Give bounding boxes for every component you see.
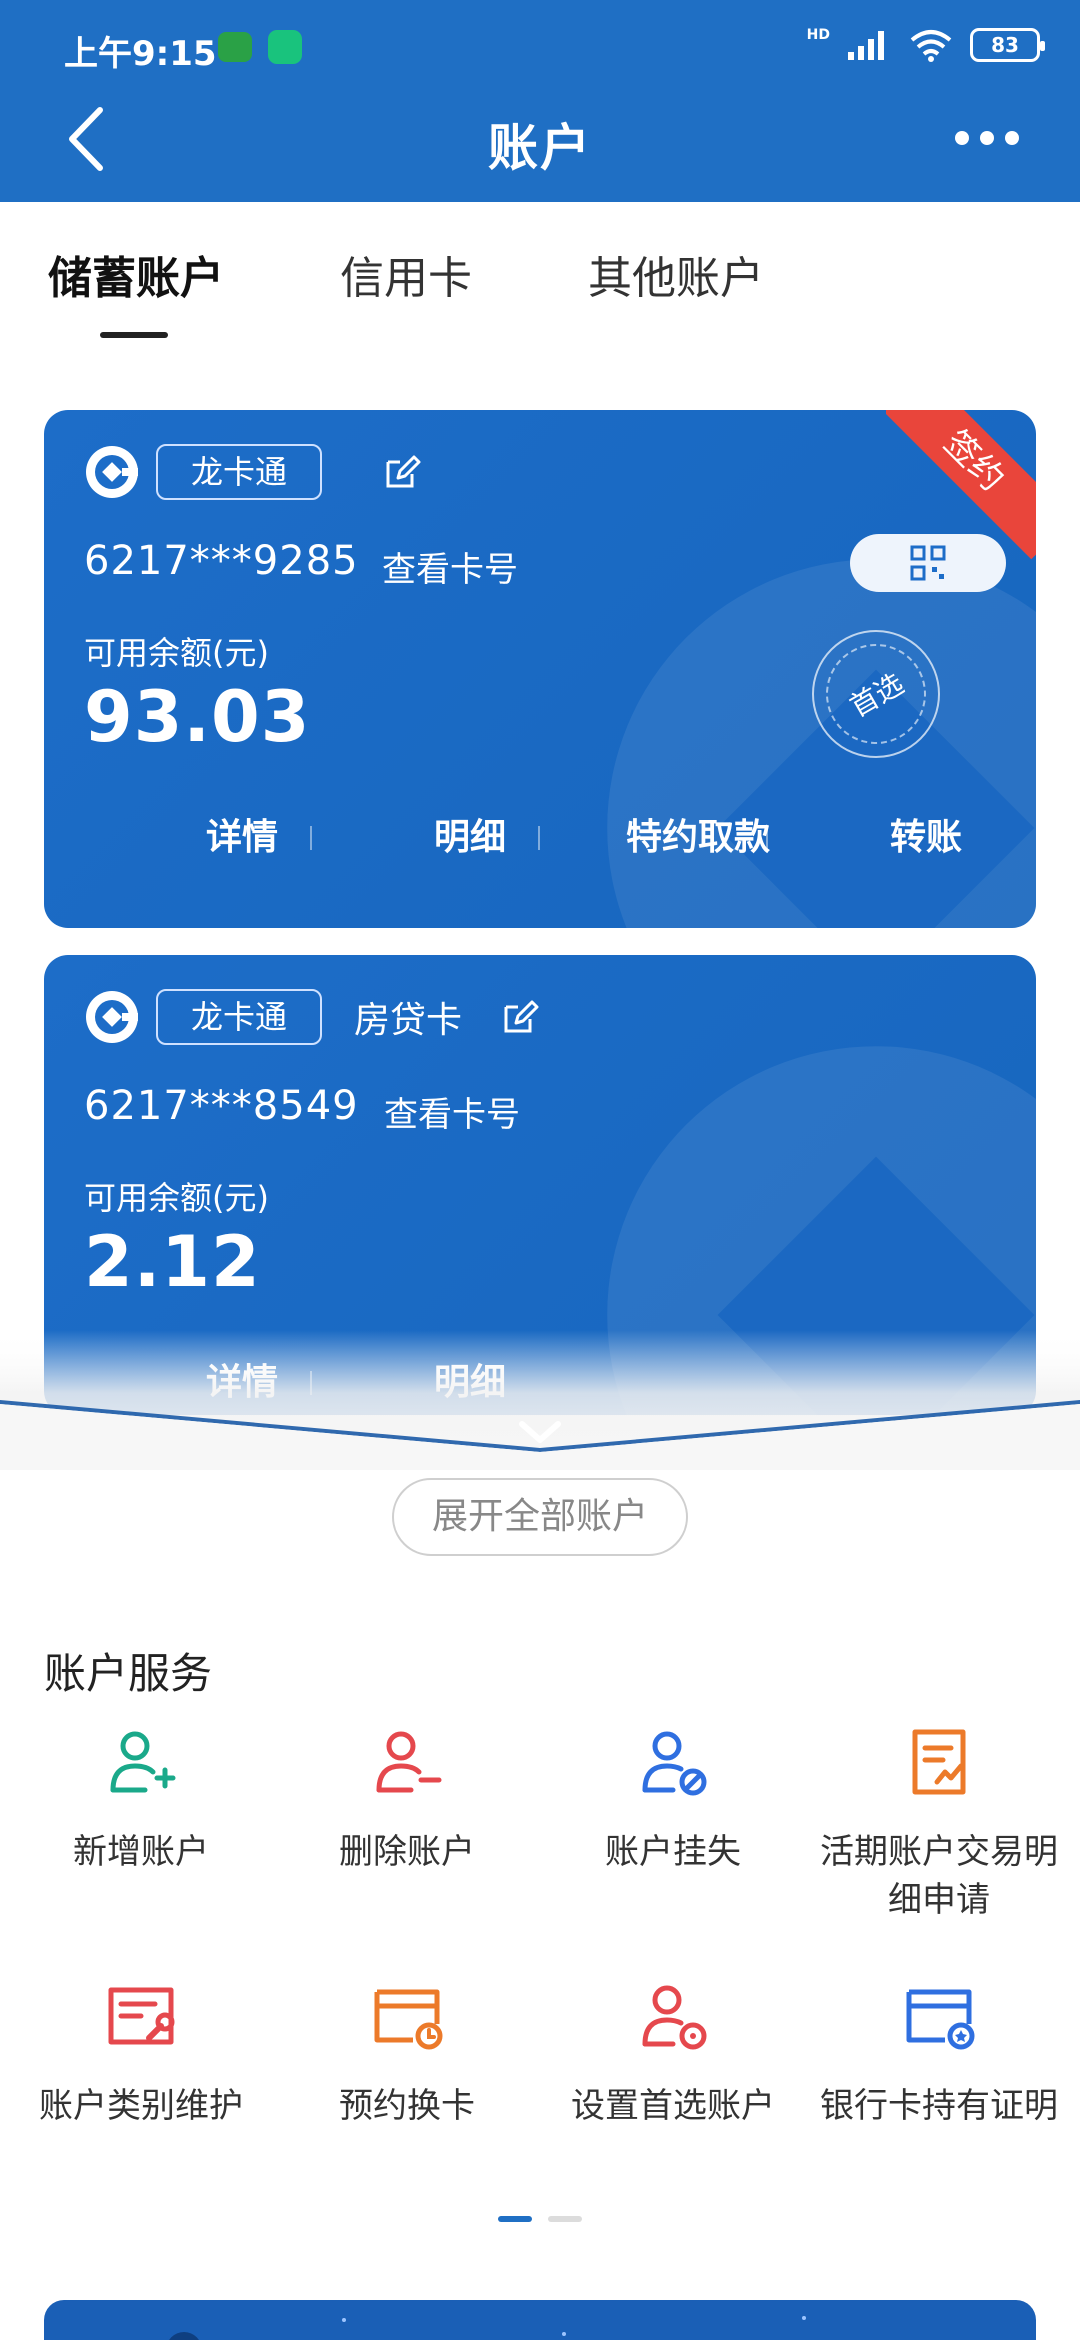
service-label: 删除账户 <box>339 1832 475 1872</box>
service-card-holding-certificate[interactable]: 银行卡持有证明 <box>804 1980 1074 2130</box>
status-time: 上午9:15 <box>64 34 217 74</box>
service-label: 预约换卡 <box>339 2086 475 2126</box>
service-label: 新增账户 <box>73 1832 209 1872</box>
battery-icon: 83 <box>970 28 1045 62</box>
transactions-button[interactable]: 明细 <box>356 808 584 868</box>
network-type: HD <box>806 27 830 43</box>
service-report-loss[interactable]: 账户挂失 <box>538 1726 808 1876</box>
tab-credit-card[interactable]: 信用卡 <box>340 242 472 306</box>
ccb-watermark-icon <box>607 559 1036 928</box>
status-indicators: HD 83 <box>806 27 1045 62</box>
balance-label: 可用余额(元) <box>84 634 269 672</box>
edit-icon[interactable] <box>382 452 422 492</box>
service-add-account[interactable]: 新增账户 <box>6 1726 276 1876</box>
service-label: 活期账户交易明细申请 <box>820 1832 1058 1920</box>
special-withdrawal-button[interactable]: 特约取款 <box>584 808 812 868</box>
wechat-notification-icon <box>218 32 252 62</box>
view-card-number-link[interactable]: 查看卡号 <box>384 1087 520 1136</box>
card-type-label: 房贷卡 <box>354 1000 463 1041</box>
divider <box>766 826 768 850</box>
service-label: 银行卡持有证明 <box>820 2086 1058 2126</box>
user-add-icon <box>110 1731 176 1793</box>
security-app-icon <box>268 30 302 64</box>
details-button[interactable]: 详情 <box>128 808 356 868</box>
service-transaction-statement[interactable]: 活期账户交易明细申请 <box>804 1726 1074 1924</box>
card-brand-tag: 龙卡通 <box>156 989 322 1045</box>
service-label: 设置首选账户 <box>571 2086 775 2126</box>
card-brand-tag: 龙卡通 <box>156 444 322 500</box>
more-options-icon[interactable] <box>952 128 1022 148</box>
page-title: 账户 <box>488 119 592 177</box>
service-set-preferred-account[interactable]: 设置首选账户 <box>538 1980 808 2130</box>
card-number: 6217***9285 <box>84 538 359 584</box>
divider <box>538 826 540 850</box>
user-settings-icon <box>642 1985 707 2050</box>
divider <box>310 826 312 850</box>
document-chart-icon <box>912 1729 966 1795</box>
user-remove-icon <box>376 1731 442 1793</box>
app-header: 上午9:15 HD 83 账户 <box>0 0 1080 202</box>
preferred-stamp: 首选 <box>807 625 945 763</box>
edit-icon[interactable] <box>500 997 540 1037</box>
signal-icon <box>848 31 884 60</box>
tab-savings[interactable]: 储蓄账户 <box>48 242 224 306</box>
ccb-logo-icon <box>86 446 138 498</box>
balance-label: 可用余额(元) <box>84 1179 269 1217</box>
qr-code-icon <box>910 545 946 581</box>
document-wrench-icon <box>108 1987 175 2045</box>
user-block-icon <box>642 1731 707 1796</box>
service-card-replacement[interactable]: 预约换卡 <box>272 1980 542 2130</box>
card-number: 6217***8549 <box>84 1083 359 1129</box>
expand-all-accounts-button[interactable]: 展开全部账户 <box>392 1478 688 1556</box>
pager-dot-active <box>498 2216 532 2222</box>
card-fold-overlay <box>0 1330 1080 1470</box>
account-card[interactable]: 龙卡通 签约 6217***9285 查看卡号 首选 可用余额(元) 93.03… <box>44 410 1036 928</box>
card-clock-icon <box>374 1989 443 2050</box>
active-tab-indicator <box>100 332 168 338</box>
card-actions: 详情 明细 特约取款 转账 <box>44 808 1036 868</box>
promo-banner[interactable] <box>44 2300 1036 2340</box>
service-account-category[interactable]: 账户类别维护 <box>6 1980 276 2130</box>
balance-amount: 2.12 <box>84 1221 261 1303</box>
status-bar: 上午9:15 HD 83 <box>0 0 1080 96</box>
wifi-icon <box>910 30 952 62</box>
service-label: 账户类别维护 <box>39 2086 243 2126</box>
service-delete-account[interactable]: 删除账户 <box>272 1726 542 1876</box>
tab-other-accounts[interactable]: 其他账户 <box>588 242 764 306</box>
banner-illustration <box>169 2316 806 2340</box>
transfer-button[interactable]: 转账 <box>812 808 1036 868</box>
section-title: 账户服务 <box>44 1649 213 1698</box>
service-label: 账户挂失 <box>605 1832 741 1872</box>
card-badge-icon <box>906 1989 975 2050</box>
account-tabs: 储蓄账户 信用卡 其他账户 <box>0 202 1080 352</box>
pager-dot <box>548 2216 582 2222</box>
chevron-down-icon[interactable] <box>516 1418 564 1446</box>
balance-amount: 93.03 <box>84 676 311 758</box>
view-card-number-link[interactable]: 查看卡号 <box>382 542 518 591</box>
qr-code-button[interactable] <box>850 534 1006 592</box>
ccb-logo-icon <box>86 991 138 1043</box>
